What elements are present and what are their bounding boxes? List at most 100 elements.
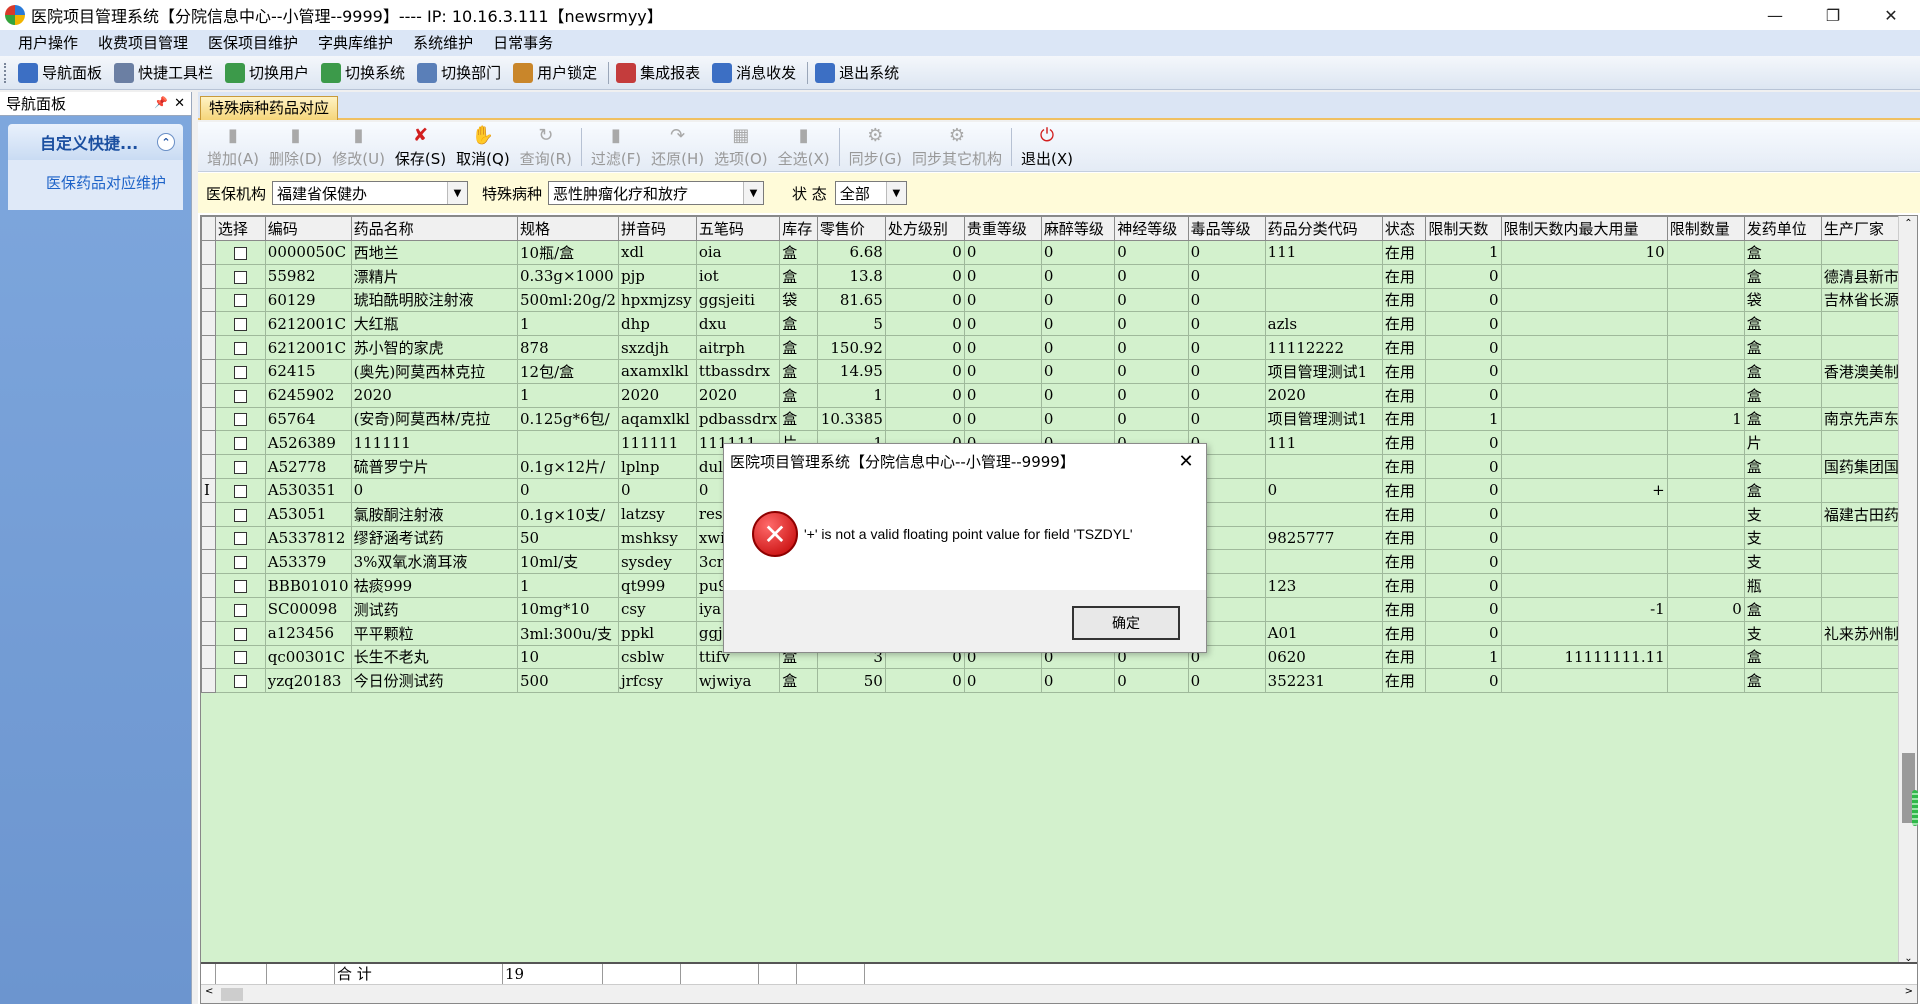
- checkbox[interactable]: [233, 294, 247, 308]
- table-cell[interactable]: 1: [516, 382, 619, 408]
- table-cell[interactable]: [1500, 430, 1668, 456]
- table-cell[interactable]: aqamxlkl: [617, 406, 697, 432]
- table-cell[interactable]: 长生不老丸: [350, 644, 518, 670]
- table-cell[interactable]: [1500, 311, 1668, 337]
- table-cell[interactable]: 2020: [617, 382, 697, 408]
- table-cell[interactable]: 10瓶/盒: [516, 240, 619, 265]
- table-cell[interactable]: 盒: [779, 668, 818, 694]
- table-cell[interactable]: [1500, 620, 1668, 646]
- table-cell[interactable]: 10.3385: [816, 406, 886, 432]
- table-cell[interactable]: 在用: [1381, 549, 1427, 575]
- options-button[interactable]: ▦ 选项(O): [709, 123, 773, 171]
- toolbar-grip[interactable]: [4, 62, 8, 83]
- menu-insurance-items[interactable]: 医保项目维护: [198, 30, 308, 56]
- column-header[interactable]: 处方级别: [884, 216, 965, 241]
- quick-report-button[interactable]: 集成报表: [612, 58, 708, 88]
- table-cell[interactable]: 硫普罗宁片: [350, 454, 518, 479]
- table-cell[interactable]: +: [1500, 477, 1668, 503]
- table-cell[interactable]: 55982: [264, 263, 352, 289]
- status-select[interactable]: 全部 ▼: [834, 181, 907, 205]
- table-cell[interactable]: jrfcsy: [617, 668, 697, 694]
- table-cell[interactable]: [1666, 287, 1745, 313]
- table-cell[interactable]: 13.8: [816, 263, 886, 289]
- table-cell[interactable]: sysdey: [617, 549, 697, 575]
- row-select-checkbox[interactable]: [214, 620, 266, 646]
- table-cell[interactable]: 氯胺酮注射液: [350, 501, 518, 527]
- table-cell[interactable]: 0: [884, 311, 965, 337]
- table-cell[interactable]: 0: [963, 287, 1042, 313]
- table-cell[interactable]: 0: [1187, 335, 1266, 360]
- checkbox[interactable]: [233, 365, 247, 379]
- table-cell[interactable]: 盒: [1743, 454, 1822, 479]
- table-cell[interactable]: a123456: [264, 620, 352, 646]
- column-header[interactable]: 编码: [264, 216, 352, 241]
- horizontal-scrollbar[interactable]: < >: [201, 984, 1917, 1003]
- table-cell[interactable]: 袋: [779, 287, 818, 313]
- checkbox[interactable]: [233, 342, 247, 356]
- table-cell[interactable]: 0: [1187, 311, 1266, 337]
- checkbox[interactable]: [233, 461, 247, 475]
- save-button[interactable]: ✘ 保存(S): [390, 123, 451, 171]
- table-cell[interactable]: A53051: [264, 501, 352, 527]
- column-header[interactable]: 毒品等级: [1187, 216, 1266, 241]
- column-header[interactable]: 药品分类代码: [1264, 216, 1383, 241]
- table-cell[interactable]: lplnp: [617, 454, 697, 479]
- column-header[interactable]: 库存: [779, 216, 818, 241]
- checkbox[interactable]: [233, 508, 247, 522]
- table-cell[interactable]: 10mg*10: [516, 596, 619, 622]
- table-cell[interactable]: 0.125g*6包/: [516, 406, 619, 432]
- table-cell[interactable]: 盒: [1743, 644, 1822, 670]
- table-cell[interactable]: 盒: [779, 382, 818, 408]
- table-cell[interactable]: 0: [1666, 596, 1745, 622]
- table-cell[interactable]: [1500, 335, 1668, 360]
- table-row[interactable]: 6245902 2020 1 2020 2020 盒 1 0 0 0 0 0 2020 在用 0 盒: [201, 382, 1917, 408]
- scroll-up-icon[interactable]: ⌃: [1899, 218, 1917, 229]
- table-cell[interactable]: [1666, 358, 1745, 384]
- table-cell[interactable]: wjwiya: [695, 668, 781, 694]
- table-cell[interactable]: 60129: [264, 287, 352, 313]
- table-cell[interactable]: 1: [816, 382, 886, 408]
- table-cell[interactable]: 0: [1425, 596, 1502, 622]
- table-cell[interactable]: 0: [350, 477, 518, 503]
- table-cell[interactable]: 0000050C: [264, 240, 352, 265]
- table-cell[interactable]: 0: [1114, 668, 1189, 694]
- table-cell[interactable]: [1500, 668, 1668, 694]
- table-cell[interactable]: 0: [963, 406, 1042, 432]
- table-cell[interactable]: 0: [1425, 430, 1502, 456]
- table-cell[interactable]: 1: [1425, 406, 1502, 432]
- table-cell[interactable]: 0: [1187, 240, 1266, 265]
- table-cell[interactable]: 1: [516, 311, 619, 337]
- table-cell[interactable]: yzq20183: [264, 668, 352, 694]
- table-cell[interactable]: 0: [1040, 287, 1116, 313]
- table-cell[interactable]: 苏小智的家虎: [350, 335, 518, 360]
- table-cell[interactable]: [1264, 287, 1383, 313]
- row-select-checkbox[interactable]: [214, 287, 266, 313]
- table-cell[interactable]: [1500, 358, 1668, 384]
- table-cell[interactable]: 50: [816, 668, 886, 694]
- table-cell[interactable]: dhp: [617, 311, 697, 337]
- table-cell[interactable]: ppkl: [617, 620, 697, 646]
- table-cell[interactable]: 0: [963, 358, 1042, 384]
- quick-tools-button[interactable]: 快捷工具栏: [110, 58, 221, 88]
- menu-charge-items[interactable]: 收费项目管理: [88, 30, 198, 56]
- table-cell[interactable]: 盒: [779, 358, 818, 384]
- table-cell[interactable]: pdbassdrx: [695, 406, 781, 432]
- table-cell[interactable]: 片: [1743, 430, 1822, 456]
- table-cell[interactable]: 在用: [1381, 287, 1427, 313]
- table-cell[interactable]: 盒: [1743, 477, 1822, 503]
- table-cell[interactable]: [1500, 287, 1668, 313]
- table-cell[interactable]: 81.65: [816, 287, 886, 313]
- table-cell[interactable]: [1666, 454, 1745, 479]
- table-cell[interactable]: dxu: [695, 311, 781, 337]
- table-cell[interactable]: 9825777: [1264, 525, 1383, 551]
- table-cell[interactable]: 111111: [350, 430, 518, 456]
- table-cell[interactable]: 1: [516, 573, 619, 598]
- table-cell[interactable]: [1666, 263, 1745, 289]
- table-cell[interactable]: [1500, 263, 1668, 289]
- table-cell[interactable]: [1264, 501, 1383, 527]
- column-header[interactable]: 神经等级: [1114, 216, 1189, 241]
- table-cell[interactable]: 0: [1425, 525, 1502, 551]
- table-cell[interactable]: [1500, 549, 1668, 575]
- table-cell[interactable]: 10ml/支: [516, 549, 619, 575]
- table-cell[interactable]: 10: [1500, 240, 1668, 265]
